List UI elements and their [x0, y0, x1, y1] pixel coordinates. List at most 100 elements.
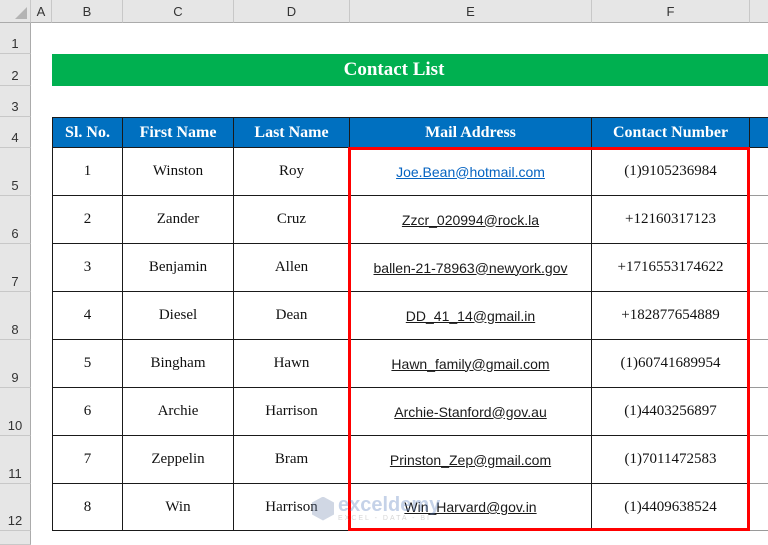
- cell-contact-number[interactable]: (1)60741689954: [592, 340, 750, 388]
- cell-last-name[interactable]: Cruz: [234, 196, 350, 244]
- cell-contact-number-text: (1)4409638524: [624, 498, 717, 515]
- row-header-3[interactable]: 3: [0, 86, 31, 117]
- cell-first-name[interactable]: Zander: [123, 196, 234, 244]
- cell-first-name-text: Bingham: [150, 355, 206, 371]
- row-header-10[interactable]: 10: [0, 388, 31, 436]
- email-link[interactable]: Zzcr_020994@rock.la: [402, 212, 539, 228]
- cell-column-g[interactable]: [750, 388, 768, 436]
- cell-last-name-text: Hawn: [273, 355, 310, 371]
- header-column-g[interactable]: [750, 117, 768, 148]
- cell-first-name[interactable]: Winston: [123, 148, 234, 196]
- column-header-c[interactable]: C: [123, 0, 234, 23]
- cell-first-name-text: Diesel: [158, 307, 198, 323]
- email-link[interactable]: ballen-21-78963@newyork.gov: [374, 260, 568, 276]
- cell-contact-number-text: +1716553174622: [617, 259, 724, 275]
- cell-last-name-text: Roy: [278, 163, 304, 179]
- cell-contact-number[interactable]: (1)7011472583: [592, 436, 750, 484]
- cell-sl-no[interactable]: 8: [52, 484, 123, 531]
- row-header-9[interactable]: 9: [0, 340, 31, 388]
- cell-mail-address[interactable]: DD_41_14@gmail.in: [350, 292, 592, 340]
- email-link[interactable]: Win_Harvard@gov.in: [404, 499, 536, 515]
- header-mail-address[interactable]: Mail Address: [350, 117, 592, 148]
- cell-sl-no[interactable]: 5: [52, 340, 123, 388]
- row-header-7[interactable]: 7: [0, 244, 31, 292]
- email-link[interactable]: Joe.Bean@hotmail.com: [396, 164, 545, 180]
- row-header-1[interactable]: 1: [0, 23, 31, 54]
- cell-column-g[interactable]: [750, 340, 768, 388]
- cell-contact-number[interactable]: (1)4403256897: [592, 388, 750, 436]
- header-first-name[interactable]: First Name: [123, 117, 234, 148]
- cell-last-name[interactable]: Harrison: [234, 484, 350, 531]
- column-header-b[interactable]: B: [52, 0, 123, 23]
- column-header-f[interactable]: F: [592, 0, 750, 23]
- cell-sl-no[interactable]: 4: [52, 292, 123, 340]
- cell-first-name-text: Zander: [156, 211, 200, 227]
- cell-mail-address[interactable]: Win_Harvard@gov.in: [350, 484, 592, 531]
- cell-contact-number-text: (1)9105236984: [624, 163, 717, 179]
- email-link[interactable]: Hawn_family@gmail.com: [391, 356, 549, 372]
- cell-first-name[interactable]: Benjamin: [123, 244, 234, 292]
- cell-last-name[interactable]: Hawn: [234, 340, 350, 388]
- cell-first-name[interactable]: Bingham: [123, 340, 234, 388]
- cell-last-name[interactable]: Dean: [234, 292, 350, 340]
- row-header-6[interactable]: 6: [0, 196, 31, 244]
- cell-first-name[interactable]: Diesel: [123, 292, 234, 340]
- cell-contact-number[interactable]: (1)4409638524: [592, 484, 750, 531]
- cell-sl-no[interactable]: 3: [52, 244, 123, 292]
- cell-first-name[interactable]: Zeppelin: [123, 436, 234, 484]
- row-header-11[interactable]: 11: [0, 436, 31, 484]
- cell-column-g[interactable]: [750, 436, 768, 484]
- cell-last-name[interactable]: Roy: [234, 148, 350, 196]
- cell-mail-address[interactable]: Joe.Bean@hotmail.com: [350, 148, 592, 196]
- row-header-13[interactable]: [0, 531, 31, 545]
- cell-first-name[interactable]: Win: [123, 484, 234, 531]
- cell-column-g[interactable]: [750, 484, 768, 531]
- row-header-8[interactable]: 8: [0, 292, 31, 340]
- cell-column-g[interactable]: [750, 148, 768, 196]
- cell-contact-number[interactable]: +12160317123: [592, 196, 750, 244]
- cell-mail-address[interactable]: Zzcr_020994@rock.la: [350, 196, 592, 244]
- cell-first-name-text: Win: [165, 498, 191, 515]
- cell-sl-no[interactable]: 2: [52, 196, 123, 244]
- row-header-12[interactable]: 12: [0, 484, 31, 531]
- select-all-button[interactable]: [0, 0, 31, 23]
- select-all-triangle-icon: [15, 7, 27, 19]
- cell-sl-no[interactable]: 6: [52, 388, 123, 436]
- row-header-5[interactable]: 5: [0, 148, 31, 196]
- cell-mail-address[interactable]: Hawn_family@gmail.com: [350, 340, 592, 388]
- email-link[interactable]: Prinston_Zep@gmail.com: [390, 452, 551, 468]
- cell-contact-number[interactable]: (1)9105236984: [592, 148, 750, 196]
- cell-contact-number[interactable]: +1716553174622: [592, 244, 750, 292]
- cell-sl-no-text: 8: [83, 498, 92, 515]
- column-header-d[interactable]: D: [234, 0, 350, 23]
- cell-column-g[interactable]: [750, 244, 768, 292]
- column-header-a[interactable]: A: [31, 0, 52, 23]
- email-link[interactable]: DD_41_14@gmail.in: [406, 308, 535, 324]
- cell-first-name-text: Archie: [157, 403, 199, 419]
- cell-first-name[interactable]: Archie: [123, 388, 234, 436]
- cell-last-name-text: Dean: [275, 307, 308, 323]
- cell-last-name[interactable]: Bram: [234, 436, 350, 484]
- cell-mail-address[interactable]: Prinston_Zep@gmail.com: [350, 436, 592, 484]
- header-last-name[interactable]: Last Name: [234, 117, 350, 148]
- header-sl-no[interactable]: Sl. No.: [52, 117, 123, 148]
- cell-mail-address[interactable]: Archie-Stanford@gov.au: [350, 388, 592, 436]
- cell-mail-address[interactable]: ballen-21-78963@newyork.gov: [350, 244, 592, 292]
- cell-first-name-text: Benjamin: [148, 259, 208, 275]
- cell-sl-no-text: 4: [83, 307, 92, 323]
- cell-last-name-text: Harrison: [265, 498, 318, 515]
- row-header-4[interactable]: 4: [0, 117, 31, 148]
- cell-contact-number[interactable]: +182877654889: [592, 292, 750, 340]
- column-header-g[interactable]: [750, 0, 768, 23]
- cell-sl-no-text: 6: [83, 403, 92, 419]
- row-header-2[interactable]: 2: [0, 54, 31, 86]
- cell-sl-no[interactable]: 1: [52, 148, 123, 196]
- cell-last-name[interactable]: Harrison: [234, 388, 350, 436]
- email-link[interactable]: Archie-Stanford@gov.au: [394, 404, 546, 420]
- header-contact-number[interactable]: Contact Number: [592, 117, 750, 148]
- cell-column-g[interactable]: [750, 196, 768, 244]
- cell-last-name[interactable]: Allen: [234, 244, 350, 292]
- column-header-e[interactable]: E: [350, 0, 592, 23]
- cell-column-g[interactable]: [750, 292, 768, 340]
- cell-sl-no[interactable]: 7: [52, 436, 123, 484]
